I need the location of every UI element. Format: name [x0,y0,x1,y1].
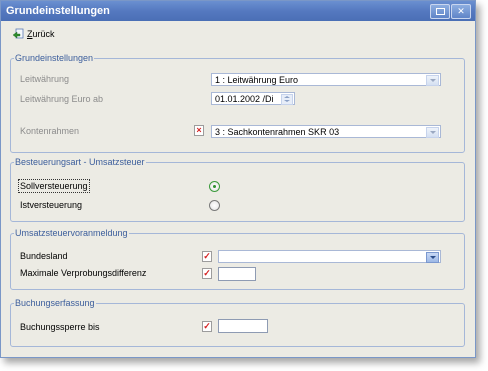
differenz-checkbox[interactable]: ✓ [202,268,212,279]
settings-window: Grundeinstellungen ✕ Zurück Grundeinstel… [0,0,476,358]
back-label: Zurück [27,29,55,39]
buchungssperre-checkbox[interactable]: ✓ [202,321,212,332]
euro-ab-label: Leitwährung Euro ab [20,94,104,104]
chevron-down-icon[interactable] [426,75,439,86]
group-title-grundeinstellungen: Grundeinstellungen [14,53,95,63]
kontenrahmen-select[interactable]: 3 : Sachkontenrahmen SKR 03 [211,125,441,138]
group-title-besteuerungsart: Besteuerungsart - Umsatzsteuer [14,157,146,167]
close-button[interactable]: ✕ [451,4,471,19]
leitwaehrung-value: 1 : Leitwährung Euro [215,75,299,85]
bundesland-label: Bundesland [20,251,68,261]
group-umsatzsteuervoranmeldung: Umsatzsteuervoranmeldung Bundesland ✓ Ma… [10,228,465,290]
buchungssperre-input[interactable] [218,319,268,333]
restore-icon [436,8,445,15]
back-button[interactable]: Zurück [12,28,55,40]
sollversteuerung-label[interactable]: Sollversteuerung [18,179,90,193]
back-arrow-icon [12,28,24,40]
leitwaehrung-label: Leitwährung [20,74,70,84]
date-spinner-icon[interactable] [281,94,293,105]
kontenrahmen-value: 3 : Sachkontenrahmen SKR 03 [215,127,340,137]
istversteuerung-label[interactable]: Istversteuerung [20,200,82,210]
toolbar: Zurück [2,22,474,48]
title-bar[interactable]: Grundeinstellungen ✕ [1,1,475,21]
euro-ab-value: 01.01.2002 /Di [215,94,274,104]
close-icon: ✕ [457,6,465,16]
group-title-buchungserfassung: Buchungserfassung [14,298,96,308]
leitwaehrung-select[interactable]: 1 : Leitwährung Euro [211,73,441,86]
differenz-label: Maximale Verprobungsdifferenz [20,268,147,278]
bundesland-select[interactable] [218,250,441,263]
istversteuerung-radio[interactable] [209,200,220,211]
differenz-input[interactable] [218,267,256,281]
kontenrahmen-flag-checkbox[interactable]: × [194,125,204,136]
restore-button[interactable] [430,4,450,19]
group-title-umsatzsteuervoranmeldung: Umsatzsteuervoranmeldung [14,228,129,238]
sollversteuerung-radio[interactable] [209,181,220,192]
bundesland-checkbox[interactable]: ✓ [202,251,212,262]
window-title: Grundeinstellungen [6,5,110,17]
kontenrahmen-label: Kontenrahmen [20,126,80,136]
group-buchungserfassung: Buchungserfassung Buchungssperre bis ✓ [10,298,465,347]
euro-ab-date-field[interactable]: 01.01.2002 /Di [211,92,295,105]
group-grundeinstellungen: Grundeinstellungen Leitwährung 1 : Leitw… [10,53,465,153]
chevron-down-icon[interactable] [426,127,439,138]
chevron-down-icon[interactable] [426,252,439,263]
buchungssperre-label: Buchungssperre bis [20,322,100,332]
group-besteuerungsart: Besteuerungsart - Umsatzsteuer Sollverst… [10,157,465,222]
